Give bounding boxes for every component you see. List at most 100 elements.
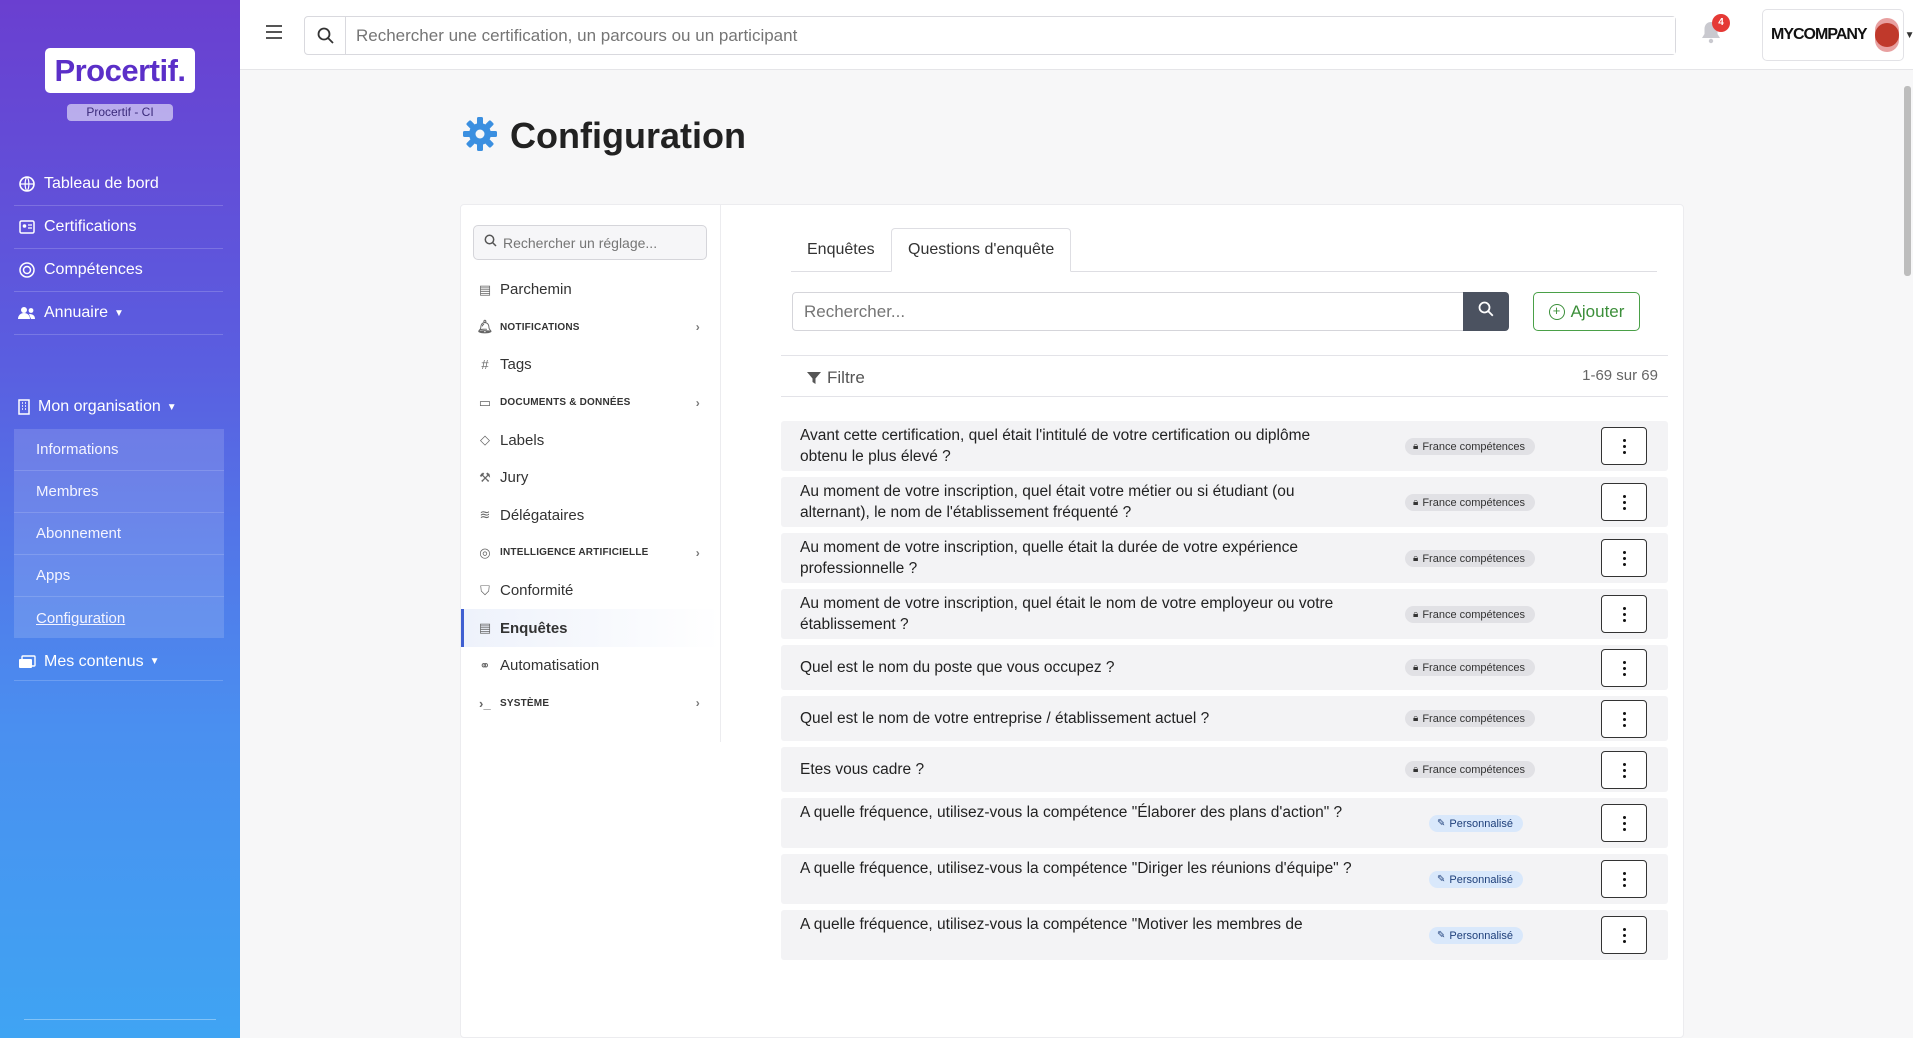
settings-item[interactable]: 🔔︎ NOTIFICATIONS ›: [461, 309, 720, 347]
kebab-icon: [1622, 814, 1626, 832]
question-text: A quelle fréquence, utilisez-vous la com…: [800, 804, 1343, 821]
sidebar-item-certifications[interactable]: Certifications: [14, 206, 223, 249]
settings-item[interactable]: ▭ DOCUMENTS & DONNÉES ›: [461, 384, 720, 422]
settings-search-input[interactable]: [503, 234, 693, 251]
lock-icon: 🔒︎: [1413, 662, 1419, 673]
sidebar-group-contenus[interactable]: Mes contenus ▼: [14, 643, 223, 681]
france-competences-badge: 🔒︎ France compétences: [1405, 606, 1536, 623]
add-question-button[interactable]: + Ajouter: [1533, 292, 1640, 331]
question-text: Au moment de votre inscription, quelle é…: [800, 539, 1299, 577]
settings-item[interactable]: ⚭ Automatisation: [461, 647, 720, 685]
more-actions-button[interactable]: [1601, 916, 1647, 954]
settings-item-label: NOTIFICATIONS: [500, 321, 580, 333]
sidebar-item-membres[interactable]: Membres: [14, 471, 224, 513]
settings-item-label: Labels: [500, 431, 545, 449]
settings-item[interactable]: ▤ Enquêtes: [461, 609, 720, 647]
global-search-input[interactable]: [346, 17, 1675, 54]
label-icon: ◇: [480, 432, 490, 448]
more-actions-button[interactable]: [1601, 483, 1647, 521]
badge-label: France compétences: [1422, 496, 1526, 509]
id-card-icon: [18, 218, 36, 236]
question-row[interactable]: A quelle fréquence, utilisez-vous la com…: [781, 854, 1668, 904]
sidebar-item-annuaire[interactable]: Annuaire ▼: [14, 292, 223, 335]
kebab-icon: [1622, 437, 1626, 455]
menu-icon[interactable]: [266, 25, 282, 43]
sidebar-item-competences[interactable]: Compétences: [14, 249, 223, 292]
question-row[interactable]: Avant cette certification, quel était l'…: [781, 421, 1668, 471]
sidebar-item-apps[interactable]: Apps: [14, 555, 224, 597]
sidebar-item-dashboard[interactable]: Tableau de bord: [14, 163, 223, 206]
tab-questions-enquete[interactable]: Questions d'enquête: [891, 228, 1072, 272]
settings-item[interactable]: ›_ SYSTÈME ›: [461, 685, 720, 723]
search-icon: [484, 234, 497, 252]
survey-icon: ▤: [478, 620, 492, 636]
settings-item-label: DOCUMENTS & DONNÉES: [500, 397, 631, 409]
question-row[interactable]: A quelle fréquence, utilisez-vous la com…: [781, 798, 1668, 848]
building-icon: [18, 399, 32, 415]
more-actions-button[interactable]: [1601, 427, 1647, 465]
more-actions-button[interactable]: [1601, 700, 1647, 738]
question-row[interactable]: Au moment de votre inscription, quel éta…: [781, 589, 1668, 639]
tab-enquetes[interactable]: Enquêtes: [791, 228, 891, 272]
question-row[interactable]: Quel est le nom de votre entreprise / ét…: [781, 696, 1668, 741]
questions-search-button[interactable]: [1463, 292, 1509, 331]
personnalise-badge: ✎ Personnalisé: [1429, 927, 1523, 944]
settings-item-label: Tags: [500, 356, 532, 374]
question-row[interactable]: Au moment de votre inscription, quelle é…: [781, 533, 1668, 583]
filter-icon: [806, 370, 822, 386]
question-row[interactable]: Quel est le nom du poste que vous occupe…: [781, 645, 1668, 690]
sidebar-item-configuration[interactable]: Configuration: [14, 597, 224, 639]
sidebar-item-informations[interactable]: Informations: [14, 429, 224, 471]
settings-item[interactable]: ⛉ Conformité: [461, 572, 720, 610]
settings-search: [473, 225, 707, 260]
filter-toggle[interactable]: Filtre: [806, 368, 865, 388]
scroll-icon: ▤: [478, 281, 492, 297]
settings-item[interactable]: ◎ INTELLIGENCE ARTIFICIELLE ›: [461, 534, 720, 572]
personnalise-badge: ✎ Personnalisé: [1429, 871, 1523, 888]
lock-icon: 🔒︎: [1413, 609, 1419, 620]
procertif-logo[interactable]: Procertif.: [45, 48, 195, 93]
question-row[interactable]: Au moment de votre inscription, quel éta…: [781, 477, 1668, 527]
settings-item[interactable]: ≋ Délégataires: [461, 497, 720, 535]
more-actions-button[interactable]: [1601, 804, 1647, 842]
question-row[interactable]: A quelle fréquence, utilisez-vous la com…: [781, 910, 1668, 960]
question-text: Au moment de votre inscription, quel éta…: [800, 595, 1334, 633]
search-icon[interactable]: [305, 17, 346, 54]
edit-icon: ✎: [1437, 874, 1446, 885]
chevron-down-icon: ▼: [166, 401, 177, 413]
more-actions-button[interactable]: [1601, 539, 1647, 577]
question-text: A quelle fréquence, utilisez-vous la com…: [800, 860, 1352, 877]
settings-menu: ▤ Parchemin 🔔︎ NOTIFICATIONS › # Tags ▭ DOCUMENT…: [461, 205, 721, 742]
global-search: [304, 16, 1676, 55]
sidebar-item-abonnement[interactable]: Abonnement: [14, 513, 224, 555]
company-switcher[interactable]: MYCOMPANY ▼: [1762, 9, 1913, 61]
settings-item[interactable]: ▤ Parchemin: [461, 271, 720, 309]
settings-item-label: Délégataires: [500, 506, 585, 524]
page-scrollbar[interactable]: [1904, 86, 1911, 276]
chevron-down-icon: ▼: [149, 656, 160, 667]
more-actions-button[interactable]: [1601, 860, 1647, 898]
question-row[interactable]: Etes vous cadre ? 🔒︎ France compétences: [781, 747, 1668, 792]
nodes-icon: ⚭: [479, 657, 491, 673]
france-competences-badge: 🔒︎ France compétences: [1405, 659, 1536, 676]
sidebar-group-organisation[interactable]: Mon organisation ▼: [14, 392, 223, 422]
settings-item-label: Enquêtes: [500, 619, 568, 637]
configuration-panel: ▤ Parchemin 🔔︎ NOTIFICATIONS › # Tags ▭ DOCUMENT…: [460, 204, 1684, 1038]
question-text: Au moment de votre inscription, quel éta…: [800, 483, 1295, 521]
badge-label: Personnalisé: [1449, 929, 1513, 942]
questions-list: Avant cette certification, quel était l'…: [781, 421, 1668, 966]
sidebar-group-label: Mes contenus: [44, 652, 144, 670]
questions-search-input[interactable]: [804, 301, 1444, 322]
settings-item[interactable]: ⚒ Jury: [461, 459, 720, 497]
france-competences-badge: 🔒︎ France compétences: [1405, 438, 1536, 455]
chevron-down-icon: ▼: [114, 307, 124, 319]
settings-item[interactable]: ◇ Labels: [461, 421, 720, 459]
question-text: Avant cette certification, quel était l'…: [800, 427, 1311, 465]
pagination-range: 1-69 sur 69: [1582, 367, 1658, 384]
more-actions-button[interactable]: [1601, 595, 1647, 633]
badge-label: Personnalisé: [1449, 817, 1513, 830]
settings-item[interactable]: # Tags: [461, 346, 720, 384]
more-actions-button[interactable]: [1601, 649, 1647, 687]
more-actions-button[interactable]: [1601, 751, 1647, 789]
sidebar-divider: [24, 1019, 216, 1020]
